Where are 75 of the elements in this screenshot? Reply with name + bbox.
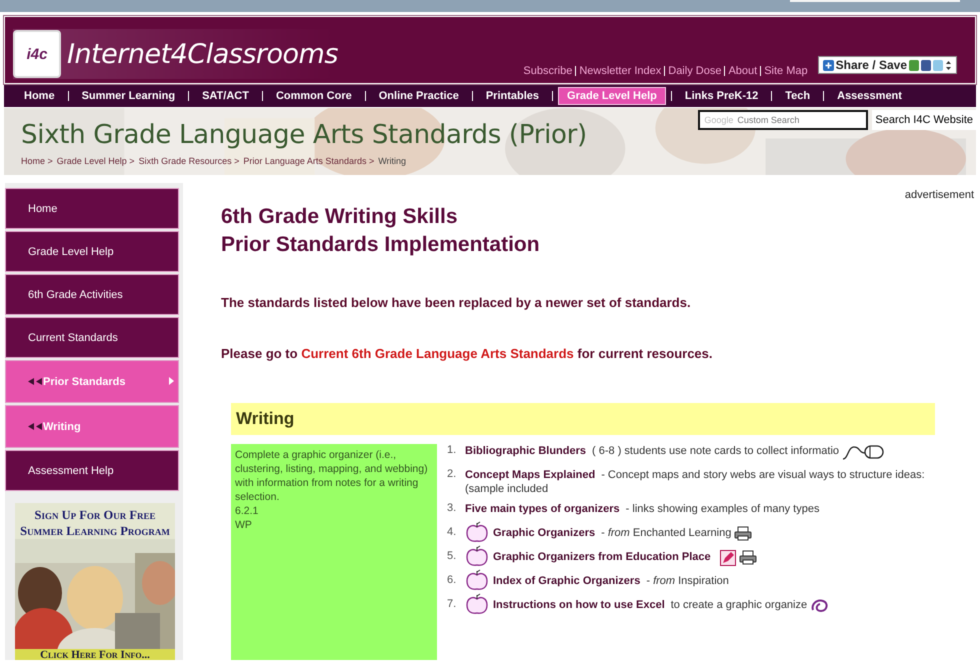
resource-link[interactable]: Five main types of organizers <box>465 503 620 515</box>
nav-tab[interactable]: Home <box>16 88 63 104</box>
advertisement-label: advertisement <box>904 189 974 201</box>
apple-icon <box>465 569 489 591</box>
list-number: 5. <box>447 550 458 564</box>
breadcrumb-link[interactable]: Sixth Grade Resources > <box>138 156 240 166</box>
nav-tab[interactable]: Links PreK-12 <box>676 88 766 104</box>
notice-text: The standards listed below have been replaced by a newer set of standards. <box>221 295 692 310</box>
list-number: 3. <box>447 502 458 516</box>
page-heading: 6th Grade Writing Skills <box>221 204 458 230</box>
breadcrumb-current: Writing <box>378 156 406 166</box>
plus-icon <box>822 60 834 70</box>
social-icons <box>909 60 943 70</box>
sidebar-item[interactable]: Current Standards <box>5 317 179 358</box>
chevron-icon <box>169 377 174 385</box>
caret-icon <box>945 60 952 70</box>
logo-icon: i4c <box>13 30 61 78</box>
mouse-icon <box>842 444 884 460</box>
resource-entry: Bibliographic Blunders ( 6-8 ) students use note cards to collect informatio <box>465 444 840 458</box>
swirl-icon <box>810 598 828 614</box>
resource-link[interactable]: Bibliographic Blunders <box>465 445 586 457</box>
nav-tab[interactable]: Common Core <box>268 88 360 104</box>
sidebar-item[interactable]: Assessment Help <box>5 450 179 491</box>
list-number: 7. <box>447 598 458 612</box>
header-link[interactable]: Site Map <box>764 65 808 77</box>
double-arrow-icon <box>28 378 42 385</box>
share-button[interactable]: Share / Save <box>818 56 957 74</box>
site-name: Internet4Classrooms <box>67 38 338 70</box>
nav-tab[interactable]: Tech <box>777 88 818 104</box>
printer-icon <box>738 550 757 565</box>
resource-entry: Index of Graphic Organizers - from Inspiration <box>493 574 729 588</box>
search-button[interactable]: Search I4C Website <box>872 110 976 130</box>
resource-entry: Graphic Organizers - from Enchanted Learning <box>493 526 732 540</box>
header-link[interactable]: Newsletter Index <box>579 65 662 77</box>
ad-link[interactable]: Click Here For Info... <box>15 649 175 660</box>
page-title: Sixth Grade Language Arts Standards (Prior) <box>21 120 587 150</box>
redirect-text: Please go to Current 6th Grade Language Arts Standards for current resources. <box>221 346 714 361</box>
printer-icon <box>734 526 752 541</box>
apple-icon <box>465 593 489 615</box>
list-number: 2. <box>447 468 458 482</box>
pencil-icon <box>720 550 736 566</box>
breadcrumb-link[interactable]: Home > <box>21 156 53 166</box>
resource-entry: Instructions on how to use Excel to create a graphic organize <box>493 598 808 612</box>
breadcrumb-link[interactable]: Grade Level Help > <box>56 156 135 166</box>
apple-icon <box>465 545 489 567</box>
apple-icon <box>465 521 489 543</box>
ad-headline: Sign Up For Our Free Summer Learning Program <box>15 503 175 539</box>
nav-tab[interactable]: Assessment <box>829 88 910 104</box>
resource-link[interactable]: Graphic Organizers from Education Place <box>493 551 711 563</box>
resource-entry: Five main types of organizers - links showing examples of many types <box>465 502 820 516</box>
page-heading: Prior Standards Implementation <box>221 232 541 258</box>
list-number: 1. <box>447 444 458 458</box>
resource-entry: Concept Maps Explained - Concept maps and story webs are visual ways to structure ideas: (sample included <box>465 468 926 496</box>
breadcrumb-link[interactable]: Prior Language Arts Standards > <box>243 156 374 166</box>
sidebar-item[interactable]: 6th Grade Activities <box>5 274 179 315</box>
header-link[interactable]: Daily Dose <box>668 65 722 77</box>
standards-link[interactable]: Current 6th Grade Language Arts Standards <box>301 346 574 361</box>
nav-tab[interactable]: SAT/ACT <box>194 88 257 104</box>
header-link[interactable]: About <box>728 65 758 77</box>
nav-tab[interactable]: Printables <box>478 88 548 104</box>
resource-link[interactable]: Graphic Organizers <box>493 527 596 539</box>
sidebar-item[interactable]: Home <box>5 188 179 229</box>
list-number: 4. <box>447 526 458 540</box>
resource-link[interactable]: Instructions on how to use Excel <box>493 599 665 611</box>
nav-tab[interactable]: Summer Learning <box>74 88 184 104</box>
section-heading: Writing <box>231 403 935 435</box>
double-arrow-icon <box>28 423 42 430</box>
standard-cell: Complete a graphic organizer (i.e., clustering, listing, mapping, and webbing) with information from notes for a writing selection. 6.2.1 WP <box>231 444 437 660</box>
list-number: 6. <box>447 574 458 588</box>
search-hint: Google <box>703 115 734 125</box>
sidebar-item[interactable]: Grade Level Help <box>5 231 179 272</box>
nav-tab[interactable]: Online Practice <box>370 88 467 104</box>
resource-link[interactable]: Index of Graphic Organizers <box>493 575 640 587</box>
resource-link[interactable]: Concept Maps Explained <box>465 469 596 481</box>
header-link[interactable]: Subscribe <box>523 65 572 77</box>
